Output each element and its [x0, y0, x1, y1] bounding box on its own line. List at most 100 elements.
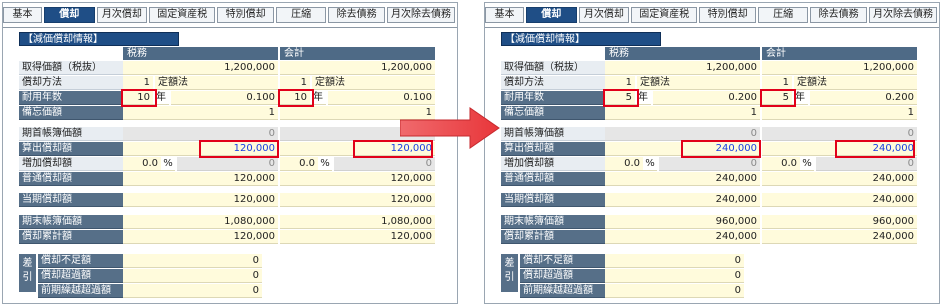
tax-memo-field[interactable]: 1	[123, 106, 278, 120]
right-arrow-icon	[400, 107, 500, 149]
tab-bar: 基本 償却 月次償却 固定資産税 特別償却 圧縮 除去債務 月次除去債務	[3, 7, 457, 24]
acc-begin-book-value: 0	[762, 127, 917, 141]
row-shortfall: 償却不足額 0	[38, 254, 262, 268]
tax-column-header: 税務	[605, 47, 760, 60]
acc-acquisition-field[interactable]: 1,200,000	[762, 61, 917, 75]
tax-method-code-field[interactable]: 1	[605, 76, 635, 90]
highlight-acc-calc	[835, 140, 915, 158]
label-method: 償却方法	[19, 76, 123, 90]
row-current-depreciation: 当期償却額 120,000 120,000	[19, 193, 435, 207]
tab-special-depreciation[interactable]: 特別償却	[699, 7, 756, 23]
difference-label: 差引	[501, 254, 518, 292]
acc-method-name: 定額法	[794, 76, 917, 90]
row-useful-life: 耐用年数 10 年 0.100 10 年 0.100	[19, 91, 435, 105]
label-current-depreciation: 当期償却額	[501, 193, 605, 207]
label-end-book-value: 期末帳簿価額	[501, 215, 605, 229]
label-calculated-depreciation: 算出償却額	[19, 142, 123, 156]
tax-column-header: 税務	[123, 47, 278, 60]
shortfall-value: 0	[605, 254, 744, 268]
row-memo-value: 備忘価額 1 1	[501, 106, 917, 120]
tax-method-name: 定額法	[155, 76, 278, 90]
tax-additional-percent-field[interactable]: 0.0	[605, 157, 643, 171]
depreciation-content: 【減価償却情報】 税務 会計 取得価額（税抜） 1,200,000 1,200,…	[485, 27, 939, 303]
tax-percent-unit: %	[161, 157, 175, 171]
tax-rate: 0.200	[653, 91, 760, 105]
tax-rate: 0.100	[171, 91, 278, 105]
acc-method-code-field[interactable]: 1	[280, 76, 310, 90]
label-calculated-depreciation: 算出償却額	[501, 142, 605, 156]
row-begin-book-value: 期首帳簿価額 0 0	[501, 127, 917, 141]
tax-additional-percent-field[interactable]: 0.0	[123, 157, 161, 171]
row-method: 償却方法 1 定額法 1 定額法	[501, 76, 917, 90]
label-shortfall: 償却不足額	[38, 254, 123, 268]
row-shortfall: 償却不足額 0	[520, 254, 744, 268]
acc-additional-percent-field[interactable]: 0.0	[280, 157, 318, 171]
label-excess: 償却超過額	[520, 269, 605, 283]
tab-compression[interactable]: 圧縮	[757, 7, 809, 23]
carryover-value: 0	[123, 284, 262, 298]
label-acquisition: 取得価額（税抜）	[501, 61, 605, 75]
highlight-tax-life	[603, 89, 639, 107]
row-excess: 償却超過額 0	[520, 269, 744, 283]
row-carryover: 前期繰越超過額 0	[38, 284, 262, 298]
acc-rate: 0.200	[810, 91, 917, 105]
tax-current-depreciation: 120,000	[123, 193, 278, 207]
label-method: 償却方法	[501, 76, 605, 90]
tab-monthly-removal-obligation[interactable]: 月次除去債務	[386, 7, 456, 23]
tax-method-name: 定額法	[637, 76, 760, 90]
acc-memo-field[interactable]: 1	[762, 106, 917, 120]
tab-monthly-depreciation[interactable]: 月次償却	[578, 7, 630, 23]
label-useful-life: 耐用年数	[19, 91, 123, 105]
tab-compression[interactable]: 圧縮	[275, 7, 327, 23]
acc-additional-percent-field[interactable]: 0.0	[762, 157, 800, 171]
label-additional-depreciation: 増加償却額	[501, 157, 605, 171]
after-panel: 基本 償却 月次償却 固定資産税 特別償却 圧縮 除去債務 月次除去債務 【減価…	[484, 2, 940, 304]
tab-monthly-depreciation[interactable]: 月次償却	[96, 7, 148, 23]
tab-depreciation[interactable]: 償却	[525, 7, 577, 23]
acc-method-code-field[interactable]: 1	[762, 76, 792, 90]
tax-method-code-field[interactable]: 1	[123, 76, 153, 90]
row-additional-depreciation: 増加償却額 0.0 % 0 0.0 % 0	[501, 157, 917, 171]
row-end-book-value: 期末帳簿価額 960,000 960,000	[501, 215, 917, 229]
tax-acquisition-field[interactable]: 1,200,000	[605, 61, 760, 75]
tab-removal-obligation[interactable]: 除去債務	[328, 7, 385, 23]
label-carryover: 前期繰越超過額	[520, 284, 605, 298]
before-panel: 基本 償却 月次償却 固定資産税 特別償却 圧縮 除去債務 月次除去債務 【減価…	[2, 2, 458, 304]
acc-end-book-value: 1,080,000	[280, 215, 435, 229]
highlight-acc-life	[760, 89, 796, 107]
tab-basic[interactable]: 基本	[3, 7, 42, 23]
row-normal-depreciation: 普通償却額 120,000 120,000	[19, 172, 435, 186]
acc-end-book-value: 960,000	[762, 215, 917, 229]
excess-value: 0	[605, 269, 744, 283]
row-memo-value: 備忘価額 1 1	[19, 106, 435, 120]
acc-normal-depreciation: 120,000	[280, 172, 435, 186]
acc-current-depreciation: 240,000	[762, 193, 917, 207]
tab-property-tax[interactable]: 固定資産税	[149, 7, 216, 23]
acc-current-depreciation: 120,000	[280, 193, 435, 207]
tab-bar: 基本 償却 月次償却 固定資産税 特別償却 圧縮 除去債務 月次除去債務	[485, 7, 939, 24]
label-carryover: 前期繰越超過額	[38, 284, 123, 298]
label-accumulated-depreciation: 償却累計額	[501, 230, 605, 244]
tax-acquisition-field[interactable]: 1,200,000	[123, 61, 278, 75]
tab-basic[interactable]: 基本	[485, 7, 524, 23]
section-title: 【減価償却情報】	[19, 32, 179, 46]
tab-special-depreciation[interactable]: 特別償却	[217, 7, 274, 23]
highlight-tax-calc	[199, 140, 279, 158]
tax-end-book-value: 1,080,000	[123, 215, 278, 229]
label-shortfall: 償却不足額	[520, 254, 605, 268]
highlight-tax-calc	[681, 140, 761, 158]
row-normal-depreciation: 普通償却額 240,000 240,000	[501, 172, 917, 186]
shortfall-value: 0	[123, 254, 262, 268]
row-acquisition: 取得価額（税抜） 1,200,000 1,200,000	[501, 61, 917, 75]
tax-additional-depreciation: 0	[659, 157, 760, 171]
label-memo-value: 備忘価額	[501, 106, 605, 120]
tab-removal-obligation[interactable]: 除去債務	[810, 7, 867, 23]
row-additional-depreciation: 増加償却額 0.0 % 0 0.0 % 0	[19, 157, 435, 171]
tax-memo-field[interactable]: 1	[605, 106, 760, 120]
tab-depreciation[interactable]: 償却	[43, 7, 95, 23]
tab-property-tax[interactable]: 固定資産税	[631, 7, 698, 23]
accounting-column-header: 会計	[762, 47, 917, 60]
tab-monthly-removal-obligation[interactable]: 月次除去債務	[868, 7, 938, 23]
acc-acquisition-field[interactable]: 1,200,000	[280, 61, 435, 75]
row-accumulated-depreciation: 償却累計額 240,000 240,000	[501, 230, 917, 244]
